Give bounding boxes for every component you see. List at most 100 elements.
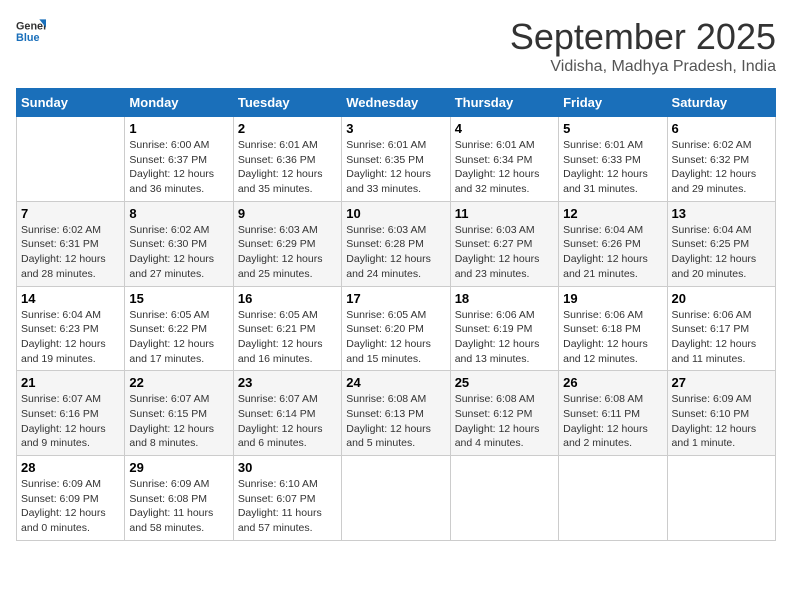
calendar-week-row: 7 Sunrise: 6:02 AMSunset: 6:31 PMDaylight… [17,201,776,286]
calendar-cell: 13 Sunrise: 6:04 AMSunset: 6:25 PMDayligh… [667,201,775,286]
calendar-cell: 5 Sunrise: 6:01 AMSunset: 6:33 PMDaylight… [559,117,667,202]
calendar-cell: 11Sunrise: 6:03 AMSunset: 6:27 PMDayligh… [450,201,558,286]
day-number: 25 [455,375,554,390]
calendar-week-row: 1 Sunrise: 6:00 AMSunset: 6:37 PMDaylight… [17,117,776,202]
calendar-cell: 1 Sunrise: 6:00 AMSunset: 6:37 PMDaylight… [125,117,233,202]
svg-text:Blue: Blue [16,32,39,44]
day-number: 7 [21,206,120,221]
calendar-cell: 7 Sunrise: 6:02 AMSunset: 6:31 PMDaylight… [17,201,125,286]
day-number: 3 [346,121,445,136]
day-info: Sunrise: 6:06 AMSunset: 6:17 PMDaylight:… [672,308,771,367]
logo-icon: General Blue [16,16,46,46]
day-number: 29 [129,460,228,475]
day-info: Sunrise: 6:08 AMSunset: 6:11 PMDaylight:… [563,392,662,451]
calendar-week-row: 14 Sunrise: 6:04 AMSunset: 6:23 PMDayligh… [17,286,776,371]
day-number: 18 [455,291,554,306]
month-title: September 2025 [510,16,776,58]
calendar-body: 1 Sunrise: 6:00 AMSunset: 6:37 PMDaylight… [17,117,776,541]
day-info: Sunrise: 6:04 AMSunset: 6:25 PMDaylight:… [672,223,771,282]
day-info: Sunrise: 6:01 AMSunset: 6:33 PMDaylight:… [563,138,662,197]
day-number: 28 [21,460,120,475]
day-info: Sunrise: 6:05 AMSunset: 6:21 PMDaylight:… [238,308,337,367]
day-info: Sunrise: 6:06 AMSunset: 6:19 PMDaylight:… [455,308,554,367]
day-number: 24 [346,375,445,390]
day-number: 27 [672,375,771,390]
day-info: Sunrise: 6:05 AMSunset: 6:22 PMDaylight:… [129,308,228,367]
day-number: 21 [21,375,120,390]
day-number: 23 [238,375,337,390]
day-info: Sunrise: 6:09 AMSunset: 6:10 PMDaylight:… [672,392,771,451]
weekday-header-cell: Saturday [667,89,775,117]
day-number: 8 [129,206,228,221]
day-info: Sunrise: 6:07 AMSunset: 6:14 PMDaylight:… [238,392,337,451]
calendar-cell: 10 Sunrise: 6:03 AMSunset: 6:28 PMDayligh… [342,201,450,286]
day-info: Sunrise: 6:04 AMSunset: 6:26 PMDaylight:… [563,223,662,282]
svg-text:General: General [16,20,46,32]
calendar-cell [559,456,667,541]
logo: General Blue [16,16,46,46]
calendar-cell: 2 Sunrise: 6:01 AMSunset: 6:36 PMDaylight… [233,117,341,202]
calendar-cell: 15 Sunrise: 6:05 AMSunset: 6:22 PMDayligh… [125,286,233,371]
day-info: Sunrise: 6:01 AMSunset: 6:35 PMDaylight:… [346,138,445,197]
day-info: Sunrise: 6:06 AMSunset: 6:18 PMDaylight:… [563,308,662,367]
day-info: Sunrise: 6:07 AMSunset: 6:15 PMDaylight:… [129,392,228,451]
day-info: Sunrise: 6:09 AMSunset: 6:09 PMDaylight:… [21,477,120,536]
calendar-cell: 3 Sunrise: 6:01 AMSunset: 6:35 PMDaylight… [342,117,450,202]
calendar-cell: 18 Sunrise: 6:06 AMSunset: 6:19 PMDayligh… [450,286,558,371]
day-number: 14 [21,291,120,306]
weekday-header-cell: Tuesday [233,89,341,117]
day-info: Sunrise: 6:03 AMSunset: 6:29 PMDaylight:… [238,223,337,282]
weekday-header-cell: Sunday [17,89,125,117]
day-number: 2 [238,121,337,136]
calendar-table: SundayMondayTuesdayWednesdayThursdayFrid… [16,88,776,541]
calendar-cell [342,456,450,541]
day-number: 19 [563,291,662,306]
day-info: Sunrise: 6:01 AMSunset: 6:34 PMDaylight:… [455,138,554,197]
calendar-cell: 28 Sunrise: 6:09 AMSunset: 6:09 PMDayligh… [17,456,125,541]
day-number: 6 [672,121,771,136]
day-number: 11 [455,206,554,221]
day-number: 5 [563,121,662,136]
day-number: 12 [563,206,662,221]
calendar-cell: 4 Sunrise: 6:01 AMSunset: 6:34 PMDaylight… [450,117,558,202]
title-area: September 2025 Vidisha, Madhya Pradesh, … [510,16,776,76]
day-info: Sunrise: 6:08 AMSunset: 6:12 PMDaylight:… [455,392,554,451]
day-number: 17 [346,291,445,306]
calendar-cell: 22 Sunrise: 6:07 AMSunset: 6:15 PMDayligh… [125,371,233,456]
day-number: 1 [129,121,228,136]
day-info: Sunrise: 6:02 AMSunset: 6:31 PMDaylight:… [21,223,120,282]
day-info: Sunrise: 6:04 AMSunset: 6:23 PMDaylight:… [21,308,120,367]
day-info: Sunrise: 6:08 AMSunset: 6:13 PMDaylight:… [346,392,445,451]
day-info: Sunrise: 6:03 AMSunset: 6:28 PMDaylight:… [346,223,445,282]
day-info: Sunrise: 6:05 AMSunset: 6:20 PMDaylight:… [346,308,445,367]
calendar-week-row: 28 Sunrise: 6:09 AMSunset: 6:09 PMDayligh… [17,456,776,541]
calendar-cell: 23 Sunrise: 6:07 AMSunset: 6:14 PMDayligh… [233,371,341,456]
day-number: 13 [672,206,771,221]
day-info: Sunrise: 6:00 AMSunset: 6:37 PMDaylight:… [129,138,228,197]
weekday-header-cell: Monday [125,89,233,117]
day-info: Sunrise: 6:10 AMSunset: 6:07 PMDaylight:… [238,477,337,536]
calendar-cell: 26 Sunrise: 6:08 AMSunset: 6:11 PMDayligh… [559,371,667,456]
day-info: Sunrise: 6:02 AMSunset: 6:30 PMDaylight:… [129,223,228,282]
day-number: 4 [455,121,554,136]
day-number: 20 [672,291,771,306]
calendar-cell [450,456,558,541]
calendar-cell: 24 Sunrise: 6:08 AMSunset: 6:13 PMDayligh… [342,371,450,456]
day-info: Sunrise: 6:01 AMSunset: 6:36 PMDaylight:… [238,138,337,197]
calendar-cell: 17 Sunrise: 6:05 AMSunset: 6:20 PMDayligh… [342,286,450,371]
calendar-cell: 19 Sunrise: 6:06 AMSunset: 6:18 PMDayligh… [559,286,667,371]
calendar-cell [17,117,125,202]
day-number: 10 [346,206,445,221]
calendar-cell: 30Sunrise: 6:10 AMSunset: 6:07 PMDayligh… [233,456,341,541]
header: General Blue September 2025 Vidisha, Mad… [16,16,776,76]
calendar-cell: 6Sunrise: 6:02 AMSunset: 6:32 PMDaylight… [667,117,775,202]
day-number: 15 [129,291,228,306]
calendar-cell: 12 Sunrise: 6:04 AMSunset: 6:26 PMDayligh… [559,201,667,286]
weekday-header-row: SundayMondayTuesdayWednesdayThursdayFrid… [17,89,776,117]
calendar-cell: 25 Sunrise: 6:08 AMSunset: 6:12 PMDayligh… [450,371,558,456]
calendar-cell: 21 Sunrise: 6:07 AMSunset: 6:16 PMDayligh… [17,371,125,456]
weekday-header-cell: Thursday [450,89,558,117]
day-number: 26 [563,375,662,390]
day-number: 22 [129,375,228,390]
day-info: Sunrise: 6:07 AMSunset: 6:16 PMDaylight:… [21,392,120,451]
